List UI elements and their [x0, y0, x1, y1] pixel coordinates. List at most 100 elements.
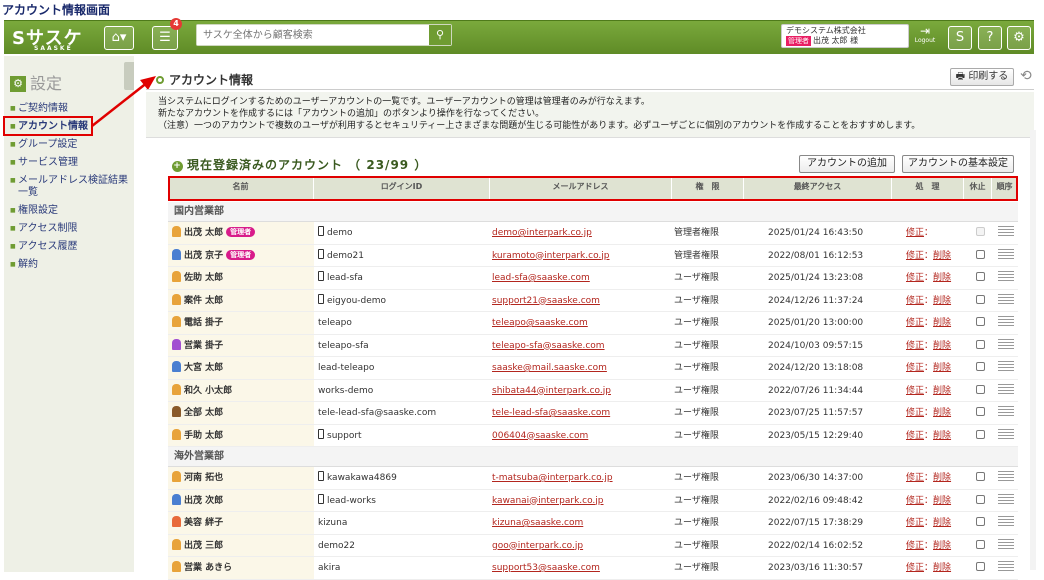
edit-link[interactable]: 修正 [906, 341, 924, 351]
edit-link[interactable]: 修正 [906, 363, 924, 373]
email-link[interactable]: teleapo@saaske.com [492, 312, 588, 334]
drag-handle-icon[interactable] [998, 383, 1014, 394]
drag-handle-icon[interactable] [998, 226, 1014, 236]
sidebar-item-cancel[interactable]: 解約 [10, 256, 128, 274]
sidebar-item-access-history[interactable]: アクセス履歴 [10, 238, 128, 256]
delete-link[interactable]: 削除 [933, 386, 951, 396]
edit-link[interactable]: 修正 [906, 563, 924, 573]
edit-link[interactable]: 修正 [906, 431, 924, 441]
suspend-checkbox[interactable] [976, 294, 985, 304]
drag-handle-icon[interactable] [998, 561, 1014, 571]
email-link[interactable]: demo@interpark.co.jp [492, 222, 592, 244]
drag-handle-icon[interactable] [998, 428, 1014, 439]
drag-handle-icon[interactable] [998, 338, 1014, 349]
help-icon[interactable]: ? [978, 26, 1002, 50]
add-account-button[interactable]: アカウントの追加 [799, 155, 895, 173]
email-link[interactable]: shibata44@interpark.co.jp [492, 380, 611, 402]
login-id: demo [318, 222, 353, 244]
edit-link[interactable]: 修正 [906, 386, 924, 396]
mobile-device-icon [318, 471, 324, 481]
suspend-checkbox[interactable] [976, 407, 985, 416]
sidebar-item-service[interactable]: サービス管理 [10, 154, 128, 172]
drag-handle-icon[interactable] [998, 316, 1014, 326]
delete-link[interactable]: 削除 [933, 563, 951, 573]
drag-handle-icon[interactable] [998, 406, 1014, 416]
drag-handle-icon[interactable] [998, 361, 1014, 371]
search-icon[interactable]: ⚲ [429, 25, 451, 45]
email-link[interactable]: kawanai@interpark.co.jp [492, 490, 604, 512]
suspend-checkbox[interactable] [976, 317, 985, 326]
edit-link[interactable]: 修正 [906, 496, 924, 506]
sidebar-item-access-limit[interactable]: アクセス制限 [10, 220, 128, 238]
edit-link[interactable]: 修正 [906, 518, 924, 528]
suspend-checkbox[interactable] [976, 472, 985, 481]
refresh-icon[interactable]: ⟲ [1020, 68, 1032, 84]
suspend-checkbox[interactable] [976, 249, 985, 259]
saaske-s-icon[interactable]: S [948, 26, 972, 50]
delete-link[interactable]: 削除 [933, 341, 951, 351]
account-settings-button[interactable]: アカウントの基本設定 [902, 155, 1014, 173]
edit-link[interactable]: 修正 [906, 541, 924, 551]
email-link[interactable]: 006404@saaske.com [492, 425, 588, 447]
email-link[interactable]: lead-sfa@saaske.com [492, 267, 590, 289]
row-actions: 修正：削除 [906, 402, 951, 424]
drag-handle-icon[interactable] [998, 293, 1014, 304]
edit-link[interactable]: 修正 [906, 296, 924, 306]
scrollbar[interactable] [1030, 130, 1036, 570]
edit-link[interactable]: 修正 [906, 228, 924, 238]
gear-icon[interactable]: ⚙ [1007, 26, 1031, 50]
email-link[interactable]: kuramoto@interpark.co.jp [492, 245, 610, 267]
suspend-checkbox[interactable] [976, 517, 985, 526]
email-link[interactable]: saaske@mail.saaske.com [492, 357, 607, 379]
search-input[interactable] [197, 25, 425, 45]
edit-link[interactable]: 修正 [906, 251, 924, 261]
drag-handle-icon[interactable] [998, 493, 1014, 504]
user-info[interactable]: デモシステム株式会社 管理者 出茂 太郎 様 [781, 24, 909, 48]
user-icon [172, 271, 181, 282]
sidebar-item-group[interactable]: グループ設定 [10, 136, 128, 154]
delete-link[interactable]: 削除 [933, 296, 951, 306]
suspend-checkbox[interactable] [976, 362, 985, 371]
delete-link[interactable]: 削除 [933, 251, 951, 261]
drag-handle-icon[interactable] [998, 516, 1014, 526]
user-icon [172, 338, 181, 350]
email-link[interactable]: tele-lead-sfa@saaske.com [492, 402, 610, 424]
suspend-checkbox[interactable] [976, 562, 985, 571]
email-link[interactable]: support21@saaske.com [492, 290, 600, 312]
drag-handle-icon[interactable] [998, 271, 1014, 281]
mobile-device-icon [318, 293, 324, 304]
edit-link[interactable]: 修正 [906, 408, 924, 418]
delete-link[interactable]: 削除 [933, 408, 951, 418]
delete-link[interactable]: 削除 [933, 518, 951, 528]
app-logo[interactable]: Sサスケ SAASKE [12, 24, 83, 52]
edit-link[interactable]: 修正 [906, 273, 924, 283]
suspend-checkbox[interactable] [976, 384, 985, 394]
delete-link[interactable]: 削除 [933, 431, 951, 441]
suspend-checkbox[interactable] [976, 429, 985, 439]
delete-link[interactable]: 削除 [933, 363, 951, 373]
order-cell [998, 245, 1014, 267]
email-link[interactable]: kizuna@saaske.com [492, 512, 583, 534]
delete-link[interactable]: 削除 [933, 318, 951, 328]
drag-handle-icon[interactable] [998, 471, 1014, 481]
suspend-checkbox[interactable] [976, 272, 985, 281]
edit-link[interactable]: 修正 [906, 473, 924, 483]
email-link[interactable]: t-matsuba@interpark.co.jp [492, 467, 613, 489]
sidebar-item-email-verify[interactable]: メールアドレス検証結果一覧 [10, 172, 128, 202]
delete-link[interactable]: 削除 [933, 473, 951, 483]
drag-handle-icon[interactable] [998, 538, 1014, 549]
suspend-checkbox[interactable] [976, 339, 985, 349]
drag-handle-icon[interactable] [998, 248, 1014, 259]
suspend-checkbox[interactable] [976, 539, 985, 549]
edit-link[interactable]: 修正 [906, 318, 924, 328]
delete-link[interactable]: 削除 [933, 273, 951, 283]
email-link[interactable]: goo@interpark.co.jp [492, 535, 583, 557]
email-link[interactable]: teleapo-sfa@saaske.com [492, 335, 605, 357]
logout-button[interactable]: ⇥ Logout [914, 24, 936, 48]
print-button[interactable]: 🖶 印刷する [950, 68, 1014, 86]
delete-link[interactable]: 削除 [933, 541, 951, 551]
sidebar-item-permission[interactable]: 権限設定 [10, 202, 128, 220]
home-icon[interactable]: ⌂▾ [104, 26, 134, 50]
delete-link[interactable]: 削除 [933, 496, 951, 506]
suspend-checkbox[interactable] [976, 494, 985, 504]
